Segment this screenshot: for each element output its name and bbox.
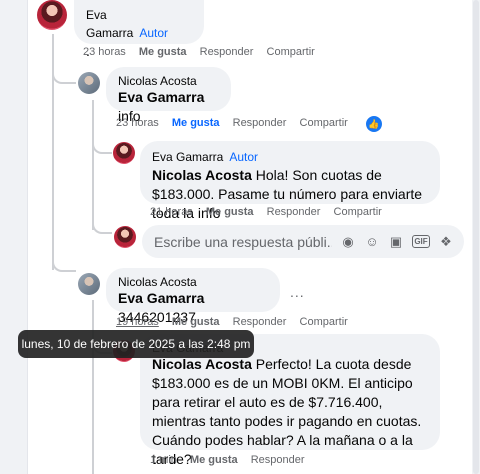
reply-button[interactable]: Responder [267,206,321,218]
comment-actions: 1 min Me gusta Responder [150,454,315,466]
like-button[interactable]: Me gusta [172,117,220,129]
camera-icon[interactable]: ▣ [388,234,404,250]
timestamp[interactable]: 19 horas [116,316,159,328]
comment-bubble: Nicolas Acosta Eva Gamarra 3446201237 [106,268,280,325]
like-button[interactable]: Me gusta [206,206,254,218]
avatar[interactable] [113,142,135,164]
avatar[interactable] [78,273,100,295]
mention-link[interactable]: Eva Gamarra [118,89,204,105]
gif-icon[interactable]: GIF [412,235,430,248]
thread-line [92,300,94,474]
thread-curve [92,136,112,154]
share-button[interactable]: Compartir [300,117,348,129]
timestamp-tooltip: lunes, 10 de febrero de 2025 a las 2:48 … [18,330,254,358]
share-button[interactable]: Compartir [334,206,382,218]
author-name[interactable]: Nicolas Acosta [118,74,219,88]
thread-curve [92,214,112,234]
avatar[interactable] [78,72,100,94]
reply-button[interactable]: Responder [233,117,287,129]
comment-actions: 23 horas Me gusta Responder Compartir [116,117,358,129]
current-user-avatar[interactable] [114,226,136,248]
comment-actions: 19 horas Me gusta Responder Compartir [116,316,358,328]
timestamp[interactable]: 21 horas [150,206,193,218]
avatar-sticker-icon[interactable]: ◉ [340,234,356,250]
author-name[interactable]: Eva Gamarra [152,150,223,164]
comment-bubble: Eva Gamarra Autor Nicolas Acosta Hola! So… [140,141,440,221]
like-reaction-icon[interactable]: 👍 [366,116,382,132]
reply-button[interactable]: Responder [200,46,254,58]
thread-line [92,100,94,230]
comment-bubble: Nicolas Acosta Eva Gamarra info [106,67,231,124]
avatar[interactable] [37,0,67,30]
reply-button[interactable]: Responder [233,316,287,328]
scrollbar-track[interactable] [472,0,480,474]
like-button[interactable]: Me gusta [139,46,187,58]
thread-curve [52,66,76,84]
author-badge: Autor [139,26,169,40]
comment-actions: 21 horas Me gusta Responder Compartir [150,206,392,218]
share-button[interactable]: Compartir [267,46,315,58]
thread-curve [52,254,76,272]
share-button[interactable]: Compartir [300,316,348,328]
scrollbar-thumb[interactable] [473,0,479,474]
mention-link[interactable]: Nicolas Acosta [152,167,252,183]
author-name[interactable]: Eva Gamarra [86,8,133,40]
reply-composer: ◉ ☺ ▣ GIF ❖ [142,225,464,258]
sticker-icon[interactable]: ❖ [438,234,454,250]
timestamp[interactable]: 23 horas [116,117,159,129]
author-name[interactable]: Nicolas Acosta [118,275,268,289]
comment-bubble: Eva Gamarra Autor . [74,0,204,59]
reply-input[interactable] [154,233,332,250]
timestamp[interactable]: 1 min [150,454,177,466]
timestamp[interactable]: 23 horas [83,46,126,58]
like-button[interactable]: Me gusta [172,316,220,328]
comment-actions: 23 horas Me gusta Responder Compartir [83,46,325,58]
emoji-icon[interactable]: ☺ [364,234,380,250]
author-badge: Autor [229,150,259,164]
mention-link[interactable]: Nicolas Acosta [152,356,252,372]
page-background-left [0,0,28,474]
mention-link[interactable]: Eva Gamarra [118,290,204,306]
comment-text: Perfecto! La cuota desde $183.000 es de … [152,356,422,467]
reply-button[interactable]: Responder [251,454,305,466]
more-options-icon[interactable]: ... [290,284,305,300]
like-button[interactable]: Me gusta [190,454,238,466]
